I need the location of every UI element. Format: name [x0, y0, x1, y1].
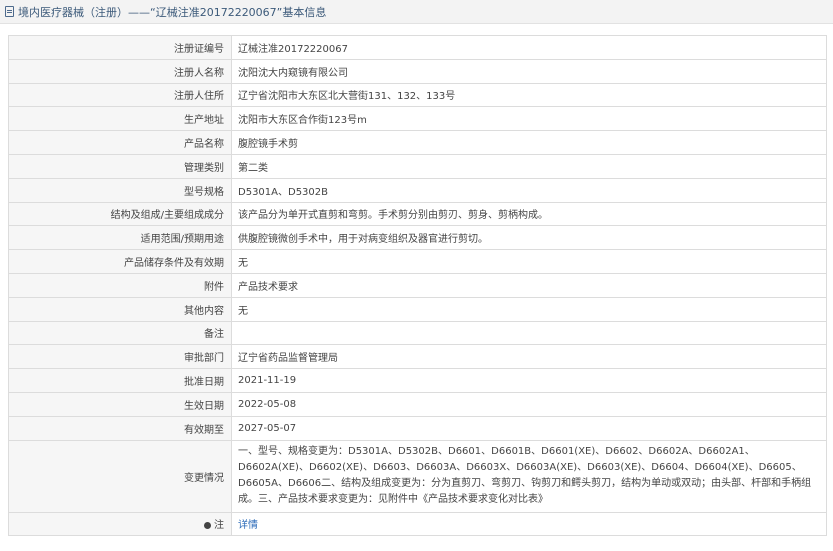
row-value: 该产品分为单开式直剪和弯剪。手术剪分别由剪刃、剪身、剪柄构成。: [231, 201, 827, 227]
row-value: 无: [231, 249, 827, 274]
table-row: 适用范围/预期用途 供腹腔镜微创手术中，用于对病变组织及器官进行剪切。: [8, 225, 827, 251]
table-row: 审批部门 辽宁省药品监督管理局: [8, 344, 827, 370]
row-label: 型号规格: [8, 177, 232, 203]
page-title: 境内医疗器械（注册）——“辽械注准20172220067”基本信息: [18, 5, 327, 19]
row-label: 产品储存条件及有效期: [8, 249, 232, 274]
table-row: 注册证编号 辽械注准20172220067: [8, 35, 827, 60]
row-label: 批准日期: [8, 368, 232, 393]
details-link[interactable]: 详情: [238, 520, 258, 531]
note-row: 注 详情: [8, 511, 827, 537]
table-row: 有效期至 2027-05-07: [8, 415, 827, 441]
table-row: 批准日期 2021-11-19: [8, 368, 827, 393]
page-header: 境内医疗器械（注册）——“辽械注准20172220067”基本信息: [0, 0, 833, 24]
table-row: 产品名称 腹腔镜手术剪: [8, 130, 827, 155]
note-label: 注: [214, 520, 224, 532]
table-row: 生效日期 2022-05-08: [8, 391, 827, 417]
row-value: 沈阳沈大内窥镜有限公司: [231, 58, 827, 84]
table-row: 产品储存条件及有效期无: [8, 249, 827, 274]
table-row: 变更情况 一、型号、规格变更为：D5301A、D5302B、D6601、D6601…: [8, 439, 827, 513]
row-label: 注册人住所: [8, 82, 232, 108]
table-row: 管理类别 第二类: [8, 153, 827, 179]
row-value: 2027-05-07: [231, 415, 827, 441]
table-row: 其他内容无: [8, 296, 827, 322]
note-value-cell: 详情: [231, 511, 827, 537]
row-value: 无: [231, 296, 827, 322]
row-value: D5301A、D5302B: [231, 177, 827, 203]
row-label: 有效期至: [8, 415, 232, 441]
table-row: 附件 产品技术要求: [8, 272, 827, 298]
row-value: 第二类: [231, 153, 827, 179]
row-value: 产品技术要求: [231, 272, 827, 298]
row-label: 生效日期: [8, 391, 232, 417]
row-label: 附件: [8, 272, 232, 298]
row-label: 生产地址: [8, 106, 232, 132]
row-value: 2021-11-19: [231, 368, 827, 393]
row-label: 变更情况: [8, 439, 232, 513]
table-row: 结构及组成/主要组成成分 该产品分为单开式直剪和弯剪。手术剪分别由剪刃、剪身、剪柄…: [8, 201, 827, 227]
table-row: 备注: [8, 320, 827, 346]
row-label: 适用范围/预期用途: [8, 225, 232, 251]
row-value: 供腹腔镜微创手术中，用于对病变组织及器官进行剪切。: [231, 225, 827, 251]
info-table: 注册证编号 辽械注准20172220067 注册人名称 沈阳沈大内窥镜有限公司 注册…: [8, 35, 827, 537]
row-value: 辽宁省药品监督管理局: [231, 344, 827, 370]
row-label: 其他内容: [8, 296, 232, 322]
row-label: 产品名称: [8, 130, 232, 155]
table-row: 型号规格 D5301A、D5302B: [8, 177, 827, 203]
row-value: 一、型号、规格变更为：D5301A、D5302B、D6601、D6601B、D6…: [231, 439, 827, 513]
pin-icon: [204, 521, 211, 529]
note-label-cell: 注: [8, 511, 232, 537]
row-label: 结构及组成/主要组成成分: [8, 201, 232, 227]
table-row: 注册人名称 沈阳沈大内窥镜有限公司: [8, 58, 827, 84]
row-value: 辽宁省沈阳市大东区北大营街131、132、133号: [231, 82, 827, 108]
table-row: 注册人住所 辽宁省沈阳市大东区北大营街131、132、133号: [8, 82, 827, 108]
row-value: 腹腔镜手术剪: [231, 130, 827, 155]
row-label: 注册人名称: [8, 58, 232, 84]
table-row: 生产地址 沈阳市大东区合作街123号m: [8, 106, 827, 132]
row-value: 沈阳市大东区合作街123号m: [231, 106, 827, 132]
row-label: 管理类别: [8, 153, 232, 179]
row-value: [231, 320, 827, 346]
row-label: 审批部门: [8, 344, 232, 370]
row-label: 注册证编号: [8, 35, 232, 60]
row-label: 备注: [8, 320, 232, 346]
document-icon: [5, 6, 14, 17]
row-value: 辽械注准20172220067: [231, 35, 827, 60]
row-value: 2022-05-08: [231, 391, 827, 417]
